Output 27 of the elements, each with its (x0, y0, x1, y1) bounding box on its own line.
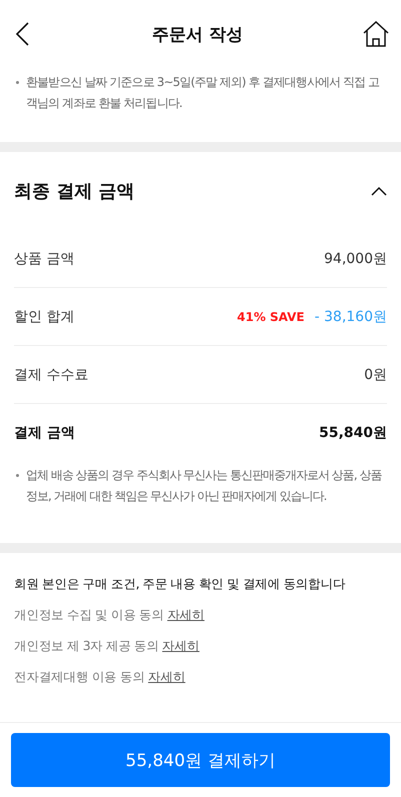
details-link[interactable]: 자세히 (167, 607, 204, 622)
home-icon (362, 21, 389, 47)
row-label: 결제 금액 (14, 424, 75, 442)
seller-note: 업체 배송 상품의 경우 주식회사 무신사는 통신판매중개자로서 상품, 상품정보, 거래에 대한 책임은 무신사가 아닌 판매자에게 있습니다. (14, 465, 387, 507)
row-value: 55,840원 (318, 424, 387, 442)
agreement-item: 전자결제대행 이용 동의 (14, 669, 145, 684)
discount-rate: 41% SAVE (237, 310, 304, 324)
agreement-statement: 회원 본인은 구매 조건, 주문 내용 확인 및 결제에 동의합니다 (14, 575, 346, 593)
bullet-icon (16, 81, 19, 84)
agreement-item: 개인정보 수집 및 이용 동의 (14, 607, 164, 622)
refund-note: 환불받으신 날짜 기준으로 3~5일(주말 제외) 후 결제대행사에서 직접 고객님의 계좌로 환불 처리됩니다. (14, 72, 387, 114)
row-label: 할인 합계 (14, 308, 74, 326)
bullet-icon (16, 474, 19, 477)
row-label: 결제 수수료 (14, 366, 88, 384)
details-link[interactable]: 자세히 (162, 638, 200, 653)
section-title: 최종 결제 금액 (14, 180, 135, 203)
page-title: 주문서 작성 (152, 24, 243, 46)
details-link[interactable]: 자세히 (148, 669, 186, 684)
row-value: 0원 (364, 366, 387, 384)
chevron-icon (371, 186, 387, 196)
row-value: 94,000원 (324, 250, 387, 268)
row-value: - 38,160원 (314, 308, 387, 326)
pay-button[interactable]: 55,840원 결제하기 (11, 733, 390, 787)
agreement-item: 개인정보 제 3자 제공 동의 (14, 638, 159, 653)
home-button[interactable] (362, 21, 389, 47)
collapse-button[interactable] (371, 186, 387, 196)
row-label: 상품 금액 (14, 250, 74, 268)
